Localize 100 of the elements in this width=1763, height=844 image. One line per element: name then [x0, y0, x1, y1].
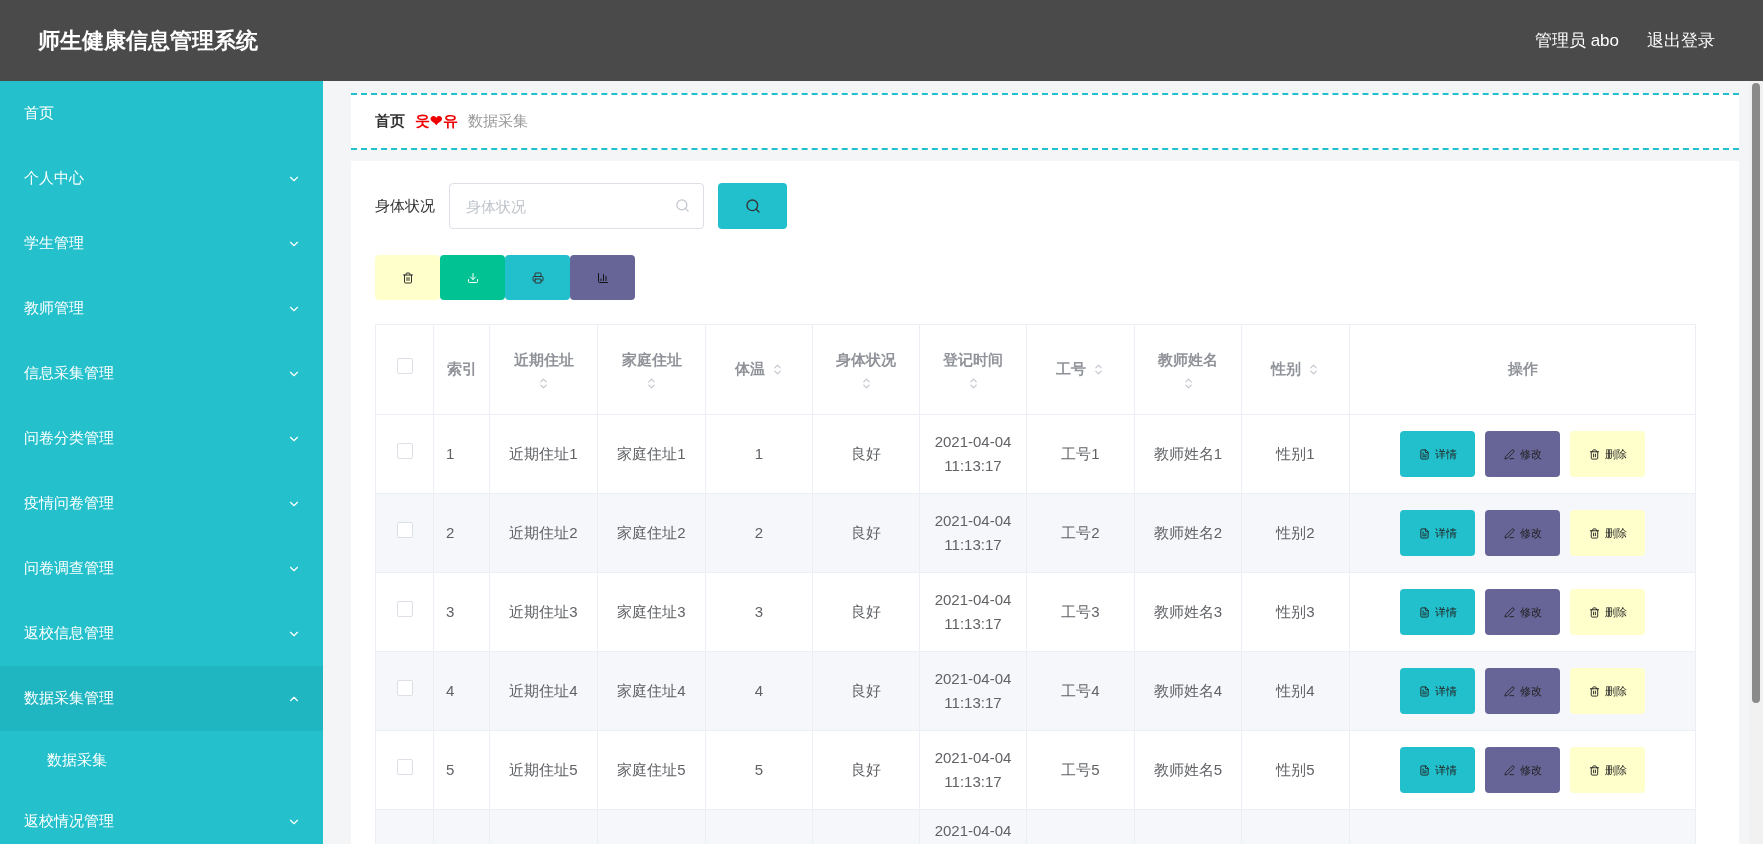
sidebar-item[interactable]: 问卷分类管理 — [0, 406, 323, 471]
scrollbar[interactable] — [1749, 81, 1763, 844]
detail-button[interactable]: 详情 — [1400, 510, 1475, 556]
pen-icon — [1503, 448, 1515, 460]
table-cell: 2021-04-04 11:13:17 — [934, 433, 1012, 474]
table-cell: 5 — [446, 761, 455, 778]
table-cell: 2021-04-04 — [934, 822, 1012, 839]
checkbox[interactable] — [396, 521, 413, 538]
table-cell: 2021-04-04 11:13:17 — [934, 749, 1012, 790]
breadcrumb-home[interactable]: 首页 — [375, 110, 405, 133]
detail-button[interactable]: 详情 — [1400, 589, 1475, 635]
table-cell: 2021-04-04 11:13:17 — [934, 591, 1012, 632]
edit-button[interactable]: 修改 — [1485, 510, 1560, 556]
column-header[interactable]: 性别 — [1260, 358, 1331, 381]
table-cell: 近期住址1 — [509, 445, 578, 462]
table-cell: 性别5 — [1276, 761, 1315, 778]
sidebar-subitem[interactable]: 数据采集 — [0, 731, 323, 789]
user-name: 管理员 abo — [1534, 29, 1619, 52]
sort-icon[interactable] — [645, 377, 658, 391]
table-cell: 良好 — [851, 603, 881, 620]
checkbox[interactable] — [396, 600, 413, 617]
sidebar-item[interactable]: 教师管理 — [0, 276, 323, 341]
search-icon — [744, 198, 761, 214]
pen-icon — [1503, 764, 1515, 776]
document-icon — [1418, 448, 1430, 460]
table-cell: 2 — [754, 524, 764, 541]
search-button[interactable] — [718, 183, 787, 229]
table-cell: 家庭住址2 — [617, 524, 686, 541]
sidebar-item[interactable]: 疫情问卷管理 — [0, 471, 323, 536]
table-cell: 教师姓名1 — [1153, 445, 1223, 462]
app-title: 师生健康信息管理系统 — [38, 27, 258, 55]
table-cell: 2021-04-04 11:13:17 — [934, 670, 1012, 711]
document-icon — [1418, 764, 1430, 776]
breadcrumb-separator: 웃❤유 — [415, 111, 458, 132]
table-cell: 5 — [754, 761, 764, 778]
sidebar-item[interactable]: 学生管理 — [0, 211, 323, 276]
sidebar-item[interactable]: 问卷调查管理 — [0, 536, 323, 601]
table-cell: 教师姓名5 — [1153, 761, 1223, 778]
delete-button[interactable]: 删除 — [1570, 589, 1645, 635]
sidebar-item[interactable]: 返校情况管理 — [0, 789, 323, 844]
delete-button[interactable]: 删除 — [1570, 668, 1645, 714]
edit-button[interactable]: 修改 — [1485, 431, 1560, 477]
table-cell: 工号3 — [1061, 603, 1100, 620]
column-header[interactable]: 体温 — [724, 358, 794, 381]
print-button[interactable] — [505, 255, 570, 300]
bar-chart-icon — [596, 271, 609, 284]
chart-button[interactable] — [570, 255, 635, 300]
pen-icon — [1503, 685, 1515, 697]
column-header: 索引 — [445, 359, 478, 380]
search-field[interactable]: 身体状况 — [449, 183, 704, 229]
detail-button[interactable]: 详情 — [1400, 431, 1475, 477]
table-cell: 2021-04-04 11:13:17 — [934, 512, 1012, 553]
edit-button[interactable]: 修改 — [1485, 668, 1560, 714]
table-cell: 性别4 — [1276, 682, 1315, 699]
table-cell: 良好 — [851, 761, 881, 778]
sort-icon[interactable] — [537, 377, 550, 391]
detail-button[interactable]: 详情 — [1400, 747, 1475, 793]
table-cell: 3 — [446, 603, 455, 620]
logout-link[interactable]: 退出登录 — [1647, 27, 1715, 54]
delete-button[interactable] — [375, 255, 440, 300]
edit-button[interactable]: 修改 — [1485, 747, 1560, 793]
table-cell: 2 — [446, 524, 455, 541]
table-cell: 3 — [754, 603, 764, 620]
document-icon — [1418, 606, 1430, 618]
sort-icon[interactable] — [1307, 363, 1320, 376]
trash-icon — [1588, 685, 1600, 697]
column-header[interactable]: 工号 — [1045, 358, 1116, 381]
table-cell: 工号5 — [1061, 761, 1100, 778]
sidebar-item[interactable]: 个人中心 — [0, 146, 323, 211]
trash-icon — [1588, 448, 1600, 460]
sidebar-item[interactable]: 信息采集管理 — [0, 341, 323, 406]
checkbox[interactable] — [396, 442, 413, 459]
table-cell: 工号2 — [1061, 524, 1100, 541]
sidebar-item[interactable]: 数据采集管理 — [0, 666, 323, 731]
column-header: 操作 — [1506, 359, 1539, 380]
table-cell: 4 — [754, 682, 764, 699]
breadcrumb-current: 数据采集 — [468, 111, 528, 132]
detail-button[interactable]: 详情 — [1400, 668, 1475, 714]
sort-icon[interactable] — [1092, 363, 1105, 376]
document-icon — [1418, 685, 1430, 697]
table-cell: 4 — [446, 682, 455, 699]
table-cell: 近期住址2 — [509, 524, 578, 541]
search-label: 身体状况 — [375, 195, 435, 216]
sidebar-item[interactable]: 首页 — [0, 81, 323, 146]
printer-icon — [531, 271, 544, 284]
sidebar-item[interactable]: 返校信息管理 — [0, 601, 323, 666]
table-cell: 良好 — [851, 682, 881, 699]
export-button[interactable] — [440, 255, 505, 300]
delete-button[interactable]: 删除 — [1570, 747, 1645, 793]
delete-button[interactable]: 删除 — [1570, 510, 1645, 556]
edit-button[interactable]: 修改 — [1485, 589, 1560, 635]
table-cell: 家庭住址3 — [617, 603, 686, 620]
table-cell: 家庭住址4 — [617, 682, 686, 699]
checkbox[interactable] — [396, 758, 413, 775]
table-cell: 性别3 — [1276, 603, 1315, 620]
delete-button[interactable]: 删除 — [1570, 431, 1645, 477]
table-cell: 近期住址3 — [509, 603, 578, 620]
checkbox[interactable] — [396, 358, 413, 375]
table-cell: 近期住址4 — [509, 682, 578, 699]
checkbox[interactable] — [396, 679, 413, 696]
